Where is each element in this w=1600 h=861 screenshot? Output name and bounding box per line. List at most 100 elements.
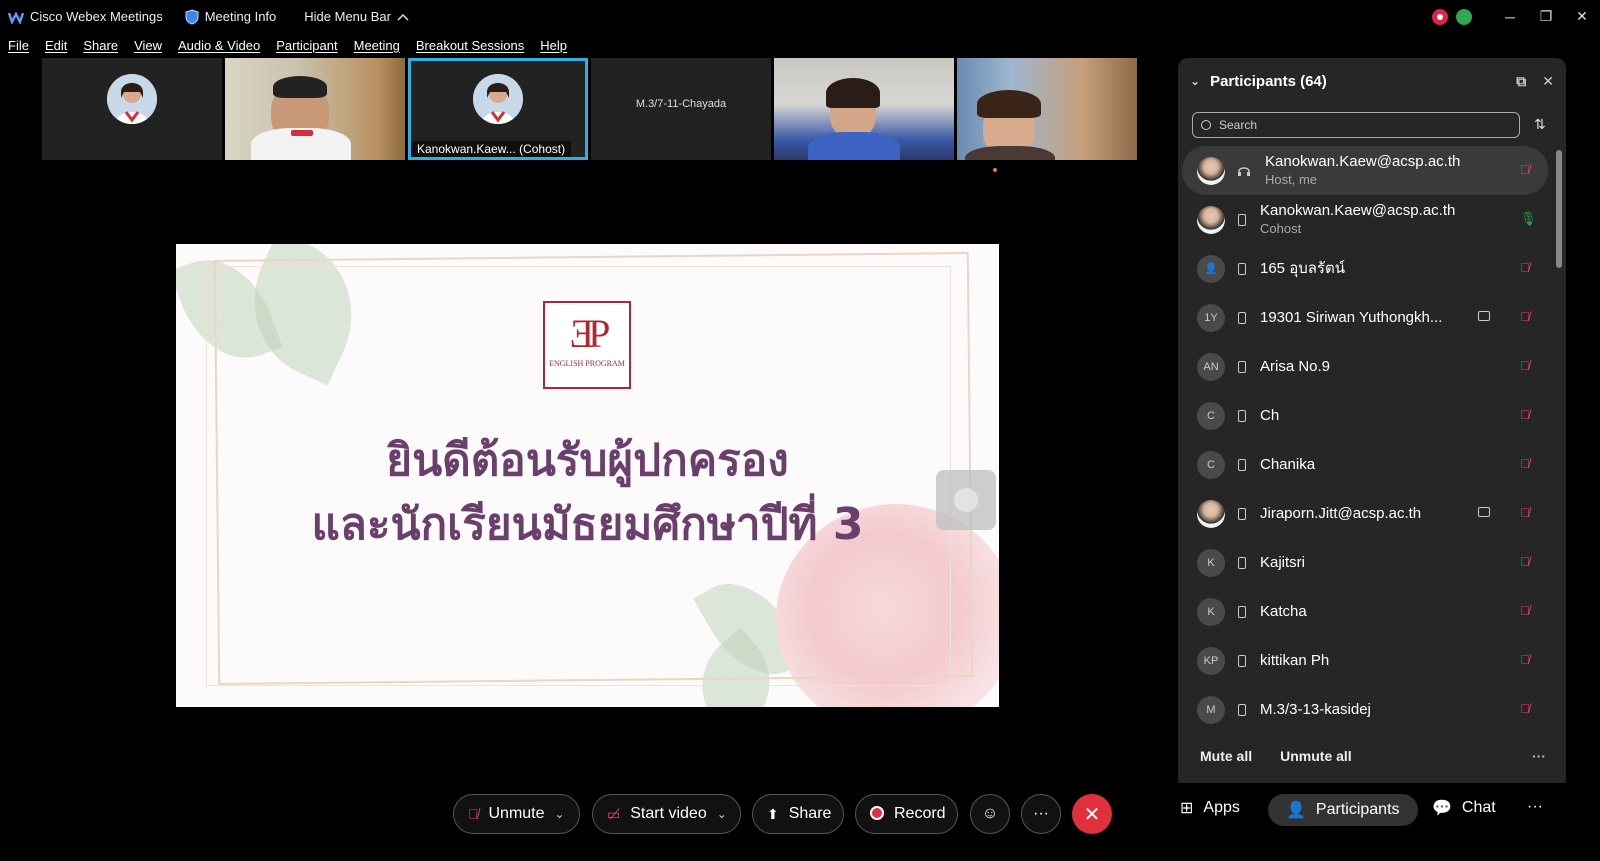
mic-muted-icon[interactable]: 🎙̸ <box>1520 358 1530 373</box>
slide-line-2: และนักเรียนมัธยมศึกษาปีที่ 3 <box>311 499 864 550</box>
panel-more-button[interactable]: ··· <box>1532 748 1546 764</box>
chat-button[interactable]: 💬 Chat <box>1432 798 1496 818</box>
avatar <box>1197 499 1225 528</box>
unmute-button[interactable]: 🎙̸ Unmute ⌄ <box>453 794 580 834</box>
scrollbar[interactable] <box>1556 150 1562 268</box>
mic-muted-icon[interactable]: 🎙̸ <box>1520 309 1530 324</box>
menu-file[interactable]: File <box>8 38 29 53</box>
unmute-all-button[interactable]: Unmute all <box>1280 748 1352 764</box>
hide-menu-bar-button[interactable]: Hide Menu Bar <box>304 9 409 24</box>
participant-row[interactable]: K Katcha 🎙̸ <box>1182 587 1548 636</box>
network-status-icon[interactable] <box>1456 8 1472 25</box>
video-tile[interactable]: M.3/7-11-Chayada <box>591 58 771 160</box>
participant-name: kittikan Ph <box>1260 651 1330 669</box>
chat-icon: 💬 <box>1432 800 1452 817</box>
participant-row[interactable]: 👤 165 อุบลรัตน์ 🎙̸ <box>1182 244 1548 293</box>
avatar-initials: 1Y <box>1197 303 1225 332</box>
share-button[interactable]: ⬆ Share <box>752 794 844 834</box>
mic-muted-icon[interactable]: 🎙̸ <box>1520 260 1530 275</box>
reactions-button[interactable]: ☺ <box>970 794 1010 834</box>
logo-text: ENGLISH PROGRAM <box>549 359 625 368</box>
panel-title: Participants (64) <box>1210 72 1327 90</box>
more-options-button[interactable]: ··· <box>1021 794 1061 834</box>
video-tile[interactable] <box>774 58 954 160</box>
hide-menu-label: Hide Menu Bar <box>304 9 391 24</box>
mic-muted-icon[interactable]: 🎙̸ <box>1520 456 1530 471</box>
english-program-logo: ƎP ENGLISH PROGRAM <box>543 301 631 389</box>
video-tile[interactable] <box>957 58 1137 160</box>
app-title: Cisco Webex Meetings <box>8 9 163 24</box>
shield-icon <box>185 8 199 25</box>
apps-button[interactable]: ⊞ Apps <box>1180 798 1240 818</box>
start-video-button[interactable]: ▭̸ Start video ⌄ <box>592 794 741 834</box>
meeting-info-button[interactable]: Meeting Info <box>185 8 277 25</box>
restore-button[interactable]: ❐ <box>1528 0 1564 33</box>
participant-name: M.3/3-13-kasidej <box>1260 700 1371 718</box>
menu-help[interactable]: Help <box>540 38 567 53</box>
mic-muted-icon: 🎙̸ <box>468 806 479 822</box>
mic-muted-icon[interactable]: 🎙̸ <box>1520 701 1530 716</box>
mic-muted-icon[interactable]: 🎙̸ <box>1520 652 1530 667</box>
menu-edit[interactable]: Edit <box>45 38 67 53</box>
chevron-down-icon[interactable]: ⌄ <box>717 807 727 821</box>
avatar-initials: KP <box>1197 646 1225 675</box>
mic-muted-icon[interactable]: 🎙̸ <box>1520 162 1530 177</box>
participant-avatar <box>107 74 157 124</box>
menu-share[interactable]: Share <box>83 38 118 53</box>
chevron-down-icon[interactable]: ⌄ <box>555 807 565 821</box>
participant-row[interactable]: C Chanika 🎙̸ <box>1182 440 1548 489</box>
mic-muted-icon[interactable]: 🎙̸ <box>1520 505 1530 520</box>
participant-avatar <box>473 74 523 124</box>
menu-participant[interactable]: Participant <box>276 38 337 53</box>
mic-muted-icon[interactable]: 🎙̸ <box>1520 603 1530 618</box>
record-button[interactable]: Record <box>855 794 958 834</box>
participant-row[interactable]: 1Y 19301 Siriwan Yuthongkh... 🎙̸ <box>1182 293 1548 342</box>
record-icon <box>870 805 884 823</box>
mic-on-icon[interactable]: 🎙 <box>1520 211 1537 227</box>
apps-icon: ⊞ <box>1180 800 1194 817</box>
menu-view[interactable]: View <box>134 38 162 53</box>
participant-row[interactable]: Kanokwan.Kaew@acsp.ac.th Host, me 🎙̸ <box>1182 146 1548 195</box>
search-input[interactable] <box>1219 118 1499 132</box>
participant-name: Kajitsri <box>1260 553 1306 571</box>
window-controls: ─ ❐ ✕ <box>1432 0 1600 33</box>
chevron-up-icon <box>397 13 409 21</box>
participant-row[interactable]: K Kajitsri 🎙̸ <box>1182 538 1548 587</box>
participant-row[interactable]: M M.3/3-13-kasidej 🎙̸ <box>1182 685 1548 734</box>
leave-meeting-button[interactable]: ✕ <box>1072 794 1112 834</box>
meeting-toolbar: 🎙̸ Unmute ⌄ ▭̸ Start video ⌄ ⬆ Share Rec… <box>0 784 1600 861</box>
avatar <box>1197 156 1225 185</box>
menu-breakout-sessions[interactable]: Breakout Sessions <box>416 38 524 53</box>
close-panel-icon[interactable]: ✕ <box>1542 73 1554 90</box>
video-tile[interactable] <box>42 58 222 160</box>
participant-row[interactable]: AN Arisa No.9 🎙̸ <box>1182 342 1548 391</box>
mute-all-button[interactable]: Mute all <box>1200 748 1252 764</box>
participant-row[interactable]: Kanokwan.Kaew@acsp.ac.th Cohost 🎙 <box>1182 195 1548 244</box>
close-window-button[interactable]: ✕ <box>1564 0 1600 33</box>
pop-out-icon[interactable]: ⧉ <box>1516 73 1526 90</box>
participants-button[interactable]: 👤 Participants <box>1268 794 1418 826</box>
participant-search[interactable] <box>1192 112 1520 138</box>
recording-status-icon[interactable] <box>1432 8 1448 25</box>
mic-muted-icon[interactable]: 🎙̸ <box>1520 554 1530 569</box>
menu-audio-video[interactable]: Audio & Video <box>178 38 260 53</box>
participant-row[interactable]: KP kittikan Ph 🎙̸ <box>1182 636 1548 685</box>
video-tile-active-speaker[interactable]: Kanokwan.Kaew... (Cohost) <box>408 58 588 160</box>
participant-name: Chanika <box>1260 455 1316 473</box>
app-name: Cisco Webex Meetings <box>30 9 163 24</box>
participant-row[interactable]: Jiraporn.Jitt@acsp.ac.th 🎙̸ <box>1182 489 1548 538</box>
meeting-info-label: Meeting Info <box>204 9 277 24</box>
participant-row[interactable]: C Ch 🎙̸ <box>1182 391 1548 440</box>
avatar-initials: AN <box>1197 352 1225 381</box>
mic-muted-icon[interactable]: 🎙̸ <box>1520 407 1530 422</box>
sort-icon[interactable]: ⇅ <box>1534 116 1546 133</box>
menu-meeting[interactable]: Meeting <box>354 38 400 53</box>
camera-icon[interactable] <box>1478 507 1490 517</box>
collapse-chevron-icon[interactable]: ⌄ <box>1190 74 1200 88</box>
video-tile[interactable] <box>225 58 405 160</box>
camera-icon[interactable] <box>1478 311 1490 321</box>
minimize-button[interactable]: ─ <box>1492 0 1528 33</box>
floating-control-handle[interactable] <box>936 470 996 530</box>
overflow-button[interactable]: ··· <box>1527 798 1543 816</box>
webex-logo-icon <box>8 10 24 24</box>
